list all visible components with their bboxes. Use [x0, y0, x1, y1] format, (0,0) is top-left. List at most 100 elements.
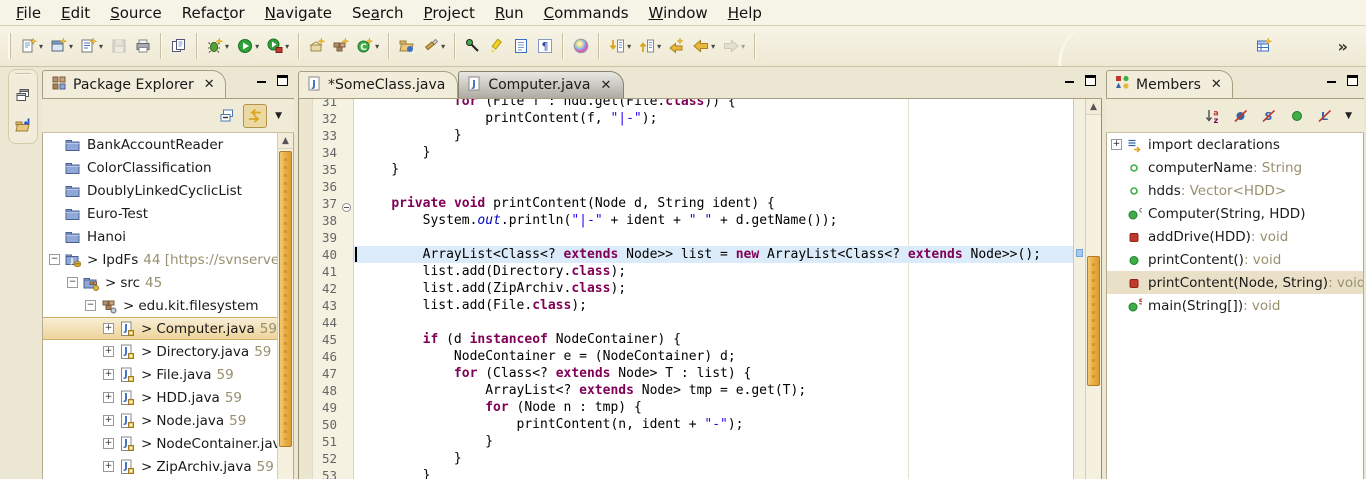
tree-item-NodeContainer.java[interactable]: +J>NodeContainer.java59	[43, 432, 277, 455]
open-type-button[interactable]	[395, 32, 419, 60]
code-line-47[interactable]: for (Class<? extends Node> T : list) {	[354, 365, 1073, 382]
new-class-button[interactable]: C▾	[353, 32, 383, 60]
code-line-42[interactable]: list.add(ZipArchiv.class);	[354, 280, 1073, 297]
code-line-40[interactable]: ArrayList<Class<? extends Node>> list = …	[354, 246, 1073, 263]
hide-fields-button[interactable]	[1229, 104, 1253, 128]
menu-window[interactable]: Window	[639, 2, 718, 24]
search-brush-button[interactable]: ▾	[419, 32, 449, 60]
expander-plus-icon[interactable]: +	[103, 461, 114, 472]
menu-refactor[interactable]: Refactor	[172, 2, 255, 24]
print-button[interactable]	[131, 32, 155, 60]
member-item-main-String-[interactable]: Smain(String[]) : void	[1107, 294, 1363, 317]
dropdown-chevron-icon[interactable]: ▾	[225, 42, 229, 51]
dropdown-chevron-icon[interactable]: ▾	[285, 42, 289, 51]
tree-item-Computer.java[interactable]: +J>Computer.java59	[43, 317, 277, 340]
copy-docs-button[interactable]	[167, 32, 191, 60]
import-wizard-button[interactable]	[305, 32, 329, 60]
code-line-48[interactable]: ArrayList<? extends Node> tmp = e.get(T)…	[354, 382, 1073, 399]
new-list-button[interactable]: ▾	[77, 32, 107, 60]
tab-someclass-java[interactable]: J *SomeClass.java	[298, 71, 458, 98]
run-button[interactable]: ▾	[233, 32, 263, 60]
code-line-50[interactable]: printContent(n, ident + "-");	[354, 416, 1073, 433]
sort-button[interactable]: az	[1201, 104, 1225, 128]
menu-edit[interactable]: Edit	[51, 2, 100, 24]
maximize-icon[interactable]	[1085, 75, 1096, 86]
dropdown-chevron-icon[interactable]: ▾	[375, 42, 379, 51]
toolbar-grip[interactable]	[8, 33, 11, 59]
fold-collapse-icon[interactable]	[342, 203, 351, 212]
tree-item-HDD.java[interactable]: +J>HDD.java59	[43, 386, 277, 409]
line-number-ruler[interactable]: 3132333435363738394041424344454647484950…	[313, 99, 340, 479]
prev-annotation-button[interactable]: ▾	[635, 32, 665, 60]
expander-plus-icon[interactable]: +	[103, 415, 114, 426]
view-menu-icon[interactable]: ▼	[271, 111, 286, 121]
package-tree-scrollbar[interactable]: ▲	[277, 133, 293, 479]
new-package-button[interactable]	[329, 32, 353, 60]
minimize-icon[interactable]	[256, 76, 267, 85]
menu-source[interactable]: Source	[100, 2, 172, 24]
link-with-editor-button[interactable]	[243, 104, 267, 128]
minimize-icon[interactable]	[1326, 76, 1337, 85]
member-item-printContent-[interactable]: printContent() : void	[1107, 248, 1363, 271]
run-external-button[interactable]: ▾	[263, 32, 293, 60]
browser-sphere-button[interactable]	[569, 32, 593, 60]
minimize-icon[interactable]	[1064, 76, 1075, 85]
tree-item-Euro-Test[interactable]: Euro-Test	[43, 202, 277, 225]
dropdown-chevron-icon[interactable]: ▾	[255, 42, 259, 51]
tree-item-Directory.java[interactable]: +J>Directory.java59	[43, 340, 277, 363]
code-line-52[interactable]: }	[354, 450, 1073, 467]
code-line-41[interactable]: list.add(Directory.class);	[354, 263, 1073, 280]
scroll-up-icon[interactable]: ▲	[278, 133, 293, 149]
dropdown-chevron-icon[interactable]: ▾	[627, 42, 631, 51]
code-line-36[interactable]	[354, 178, 1073, 195]
dropdown-chevron-icon[interactable]: ▾	[711, 42, 715, 51]
code-line-34[interactable]: }	[354, 144, 1073, 161]
next-annotation-button[interactable]: ▾	[605, 32, 635, 60]
code-line-44[interactable]	[354, 314, 1073, 331]
tab-package-explorer[interactable]: Package Explorer ✕	[42, 70, 226, 98]
tab-members[interactable]: Members ✕	[1106, 70, 1233, 98]
fast-view-grip[interactable]	[15, 73, 31, 75]
source-view-button[interactable]	[509, 32, 533, 60]
expander-minus-icon[interactable]: −	[67, 277, 78, 288]
collapse-all-button[interactable]	[215, 104, 239, 128]
close-icon[interactable]: ✕	[600, 78, 611, 93]
folding-ruler[interactable]	[340, 99, 354, 479]
close-icon[interactable]: ✕	[1211, 77, 1222, 92]
tree-item-src[interactable]: −>src45	[43, 271, 277, 294]
code-text-area[interactable]: for (File f : hdd.get(File.class)) { pri…	[354, 99, 1073, 479]
code-line-33[interactable]: }	[354, 127, 1073, 144]
expander-plus-icon[interactable]: +	[103, 438, 114, 449]
tree-item-File.java[interactable]: +J>File.java59	[43, 363, 277, 386]
tree-item-Node.java[interactable]: +J>Node.java59	[43, 409, 277, 432]
menu-file[interactable]: File	[6, 2, 51, 24]
menu-help[interactable]: Help	[718, 2, 772, 24]
scrollbar-thumb[interactable]	[279, 151, 292, 447]
dropdown-chevron-icon[interactable]: ▾	[741, 42, 745, 51]
editor-scrollbar[interactable]: ▲	[1085, 99, 1101, 479]
dropdown-chevron-icon[interactable]: ▾	[657, 42, 661, 51]
menu-navigate[interactable]: Navigate	[255, 2, 342, 24]
code-line-45[interactable]: if (d instanceof NodeContainer) {	[354, 331, 1073, 348]
code-line-37[interactable]: private void printContent(Node d, String…	[354, 195, 1073, 212]
show-public-button[interactable]	[1285, 104, 1309, 128]
highlighter-button[interactable]	[485, 32, 509, 60]
view-menu-icon[interactable]: ▼	[1341, 111, 1356, 121]
menu-commands[interactable]: Commands	[534, 2, 639, 24]
member-item-printContent-Node-String-[interactable]: printContent(Node, String) : void	[1107, 271, 1363, 294]
save-button[interactable]	[107, 32, 131, 60]
forward-button[interactable]: ▾	[719, 32, 749, 60]
code-line-49[interactable]: for (Node n : tmp) {	[354, 399, 1073, 416]
annotation-ruler[interactable]	[299, 99, 313, 479]
expander-plus-icon[interactable]: +	[103, 392, 114, 403]
dropdown-chevron-icon[interactable]: ▾	[69, 42, 73, 51]
code-editor[interactable]: 3132333435363738394041424344454647484950…	[298, 99, 1102, 479]
tree-item-DoublyLinkedCyclicList[interactable]: DoublyLinkedCyclicList	[43, 179, 277, 202]
dropdown-chevron-icon[interactable]: ▾	[99, 42, 103, 51]
menu-search[interactable]: Search	[342, 2, 414, 24]
scroll-up-icon[interactable]: ▲	[1086, 99, 1101, 115]
tree-item-ZipArchiv.java[interactable]: +J>ZipArchiv.java59	[43, 455, 277, 478]
tree-item-Hanoi[interactable]: Hanoi	[43, 225, 277, 248]
code-line-31[interactable]: for (File f : hdd.get(File.class)) {	[354, 99, 1073, 110]
member-item-Computer-String-HDD-[interactable]: cComputer(String, HDD)	[1107, 202, 1363, 225]
